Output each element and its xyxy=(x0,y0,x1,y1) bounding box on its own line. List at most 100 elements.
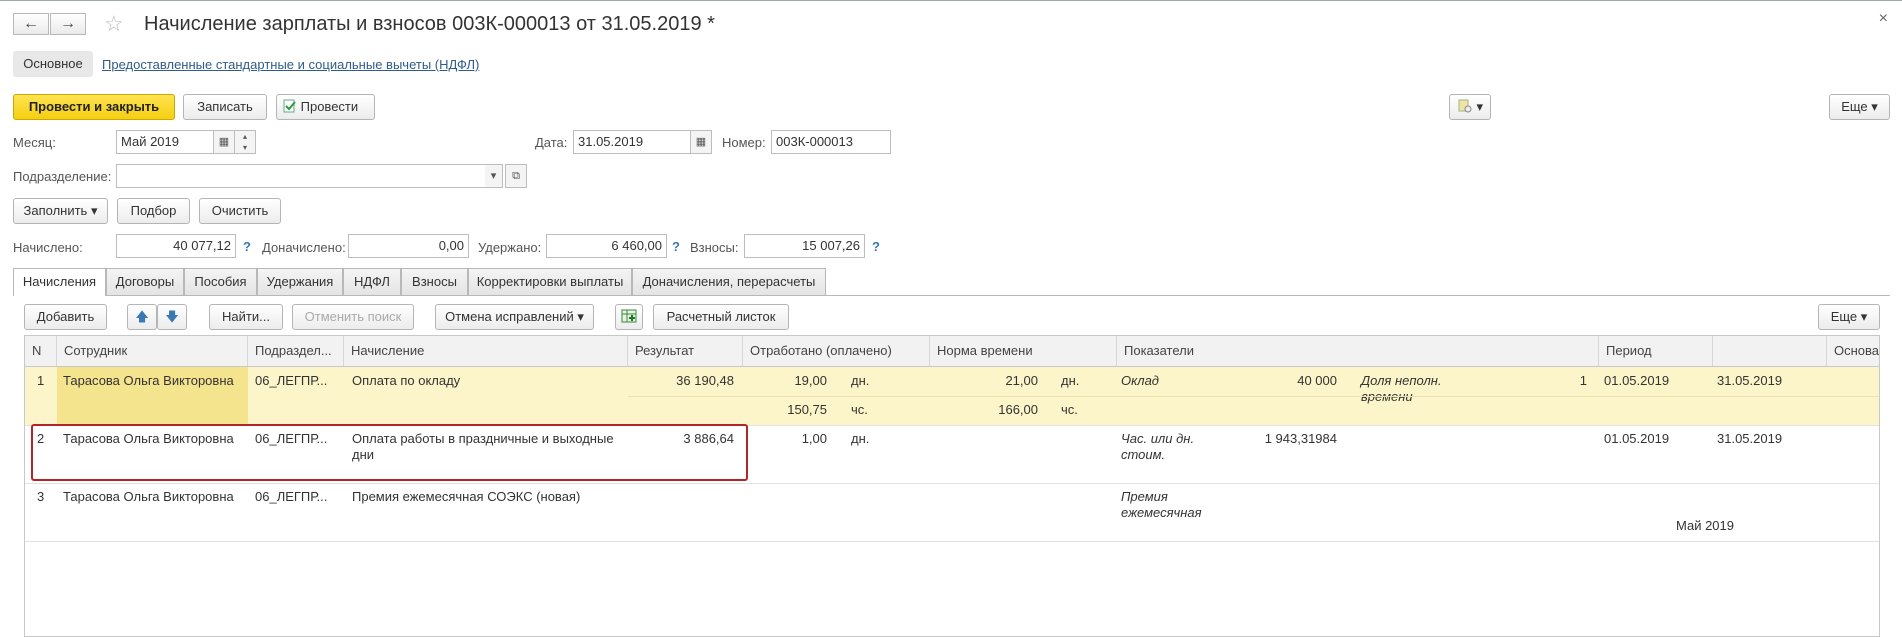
row3-period-month[interactable]: Май 2019 xyxy=(1676,518,1734,533)
col-header-department[interactable]: Подраздел... xyxy=(248,336,344,366)
move-up-button[interactable]: 🡅 xyxy=(127,304,157,330)
page-title: Начисление зарплаты и взносов 003К-00001… xyxy=(144,13,715,35)
contrib-label: Взносы: xyxy=(690,240,739,255)
row2-indicator1-name-line1: Час. или дн. xyxy=(1121,431,1195,446)
col-header-accrual[interactable]: Начисление xyxy=(344,336,628,366)
find-button[interactable]: Найти... xyxy=(209,304,283,330)
more-button[interactable]: Еще ▾ xyxy=(1829,94,1890,120)
row2-period-to[interactable]: 31.05.2019 xyxy=(1717,431,1782,446)
col-header-period[interactable]: Период xyxy=(1599,336,1713,366)
row3-employee[interactable]: Тарасова Ольга Викторовна xyxy=(63,489,234,504)
contrib-field: 15 007,26 xyxy=(744,234,865,258)
post-document-icon xyxy=(283,99,296,113)
date-field[interactable]: 31.05.2019 xyxy=(573,130,691,154)
row1-worked-hours[interactable]: 150,75 xyxy=(743,402,827,417)
forward-button[interactable]: → xyxy=(50,13,86,35)
col-header-norm[interactable]: Норма времени xyxy=(930,336,1117,366)
number-label: Номер: xyxy=(722,135,766,150)
row1-period-from[interactable]: 01.05.2019 xyxy=(1604,373,1669,388)
back-button[interactable]: ← xyxy=(13,13,49,35)
post-and-close-button[interactable]: Провести и закрыть xyxy=(13,94,175,120)
row1-indicator2-name-line1: Доля неполн. xyxy=(1361,373,1442,388)
row1-result[interactable]: 36 190,48 xyxy=(628,373,734,388)
col-header-period-to[interactable] xyxy=(1713,336,1827,366)
month-label: Месяц: xyxy=(13,135,56,150)
row3-accrual[interactable]: Премия ежемесячная СОЭКС (новая) xyxy=(352,489,580,504)
row1-norm-days[interactable]: 21,00 xyxy=(930,373,1038,388)
cancel-corrections-button[interactable]: Отмена исправлений ▾ xyxy=(435,304,594,330)
print-menu-button[interactable]: ▾ xyxy=(1449,94,1491,120)
close-icon[interactable]: × xyxy=(1879,10,1888,28)
accruals-table[interactable]: N Сотрудник Подраздел... Начисление Резу… xyxy=(24,335,1880,637)
row1-norm-hours-unit: чс. xyxy=(1061,402,1078,417)
withheld-label: Удержано: xyxy=(478,240,542,255)
row1-n: 1 xyxy=(37,373,45,388)
move-down-button[interactable]: 🡇 xyxy=(157,304,187,330)
accrued-help-icon[interactable]: ? xyxy=(243,239,251,254)
open-department-icon[interactable]: ⧉ xyxy=(505,164,527,188)
row1-indicator1-name: Оклад xyxy=(1121,373,1159,388)
table-more-button[interactable]: Еще ▾ xyxy=(1818,304,1880,330)
tab-accruals[interactable]: Начисления xyxy=(13,268,106,296)
col-header-employee[interactable]: Сотрудник xyxy=(57,336,248,366)
calendar-icon[interactable]: ▦ xyxy=(213,130,235,154)
row1-period-to[interactable]: 31.05.2019 xyxy=(1717,373,1782,388)
arrow-right-icon: → xyxy=(60,15,76,32)
tab-ndfl[interactable]: НДФЛ xyxy=(343,268,401,295)
row3-department[interactable]: 06_ЛЕГПР... xyxy=(255,489,327,504)
tabs-divider xyxy=(13,295,1890,296)
row2-worked-days[interactable]: 1,00 xyxy=(743,431,827,446)
extra-label: Доначислено: xyxy=(262,240,346,255)
accrued-label: Начислено: xyxy=(13,240,83,255)
payslip-button[interactable]: Расчетный листок xyxy=(653,304,789,330)
post-button[interactable]: Провести xyxy=(276,94,375,120)
row2-indicator1-name-line2: стоим. xyxy=(1121,447,1166,462)
tab-withholdings[interactable]: Удержания xyxy=(257,268,343,295)
add-button[interactable]: Добавить xyxy=(24,304,107,330)
row1-norm-hours[interactable]: 166,00 xyxy=(930,402,1038,417)
row3-n: 3 xyxy=(37,489,45,504)
highlight-frame xyxy=(31,424,748,481)
row1-worked-days[interactable]: 19,00 xyxy=(743,373,827,388)
date-label: Дата: xyxy=(535,135,568,150)
section-tab-main[interactable]: Основное xyxy=(13,51,93,77)
col-header-result[interactable]: Результат xyxy=(628,336,743,366)
date-calendar-icon[interactable]: ▦ xyxy=(690,130,712,154)
month-field[interactable]: Май 2019 xyxy=(116,130,214,154)
row2-period-from[interactable]: 01.05.2019 xyxy=(1604,431,1669,446)
tab-contributions[interactable]: Взносы xyxy=(401,268,468,295)
row1-indicator2-value[interactable]: 1 xyxy=(1475,373,1587,388)
col-header-basis[interactable]: Основа... xyxy=(1827,336,1879,366)
department-field[interactable] xyxy=(116,164,486,188)
favorite-star-icon[interactable]: ☆ xyxy=(104,11,124,37)
contrib-help-icon[interactable]: ? xyxy=(872,239,880,254)
tab-benefits[interactable]: Пособия xyxy=(184,268,257,295)
row1-accrual[interactable]: Оплата по окладу xyxy=(352,373,460,388)
withheld-help-icon[interactable]: ? xyxy=(672,239,680,254)
save-button[interactable]: Записать xyxy=(183,94,267,120)
window-top-border xyxy=(0,0,1902,1)
row1-worked-days-unit: дн. xyxy=(851,373,870,388)
row1-department[interactable]: 06_ЛЕГПР... xyxy=(255,373,327,388)
tab-contracts[interactable]: Договоры xyxy=(106,268,184,295)
row1-employee[interactable]: Тарасова Ольга Викторовна xyxy=(63,373,234,388)
row3-divider xyxy=(25,541,1879,542)
cancel-search-button[interactable]: Отменить поиск xyxy=(292,304,414,330)
col-header-n[interactable]: N xyxy=(25,336,57,366)
col-header-worked[interactable]: Отработано (оплачено) xyxy=(743,336,930,366)
department-dropdown-icon[interactable]: ▾ xyxy=(485,164,503,188)
row1-indicator1-value[interactable]: 40 000 xyxy=(1225,373,1337,388)
number-field[interactable]: 003К-000013 xyxy=(771,130,891,154)
fill-button[interactable]: Заполнить ▾ xyxy=(13,198,108,224)
clear-button[interactable]: Очистить xyxy=(199,198,281,224)
post-button-label: Провести xyxy=(300,99,359,114)
month-stepper[interactable]: ▴ ▾ xyxy=(234,130,256,154)
select-button[interactable]: Подбор xyxy=(117,198,190,224)
col-header-indicators[interactable]: Показатели xyxy=(1117,336,1599,366)
accrued-field: 40 077,12 xyxy=(116,234,236,258)
deductions-link[interactable]: Предоставленные стандартные и социальные… xyxy=(102,57,479,72)
row2-indicator1-value[interactable]: 1 943,31984 xyxy=(1225,431,1337,446)
tab-recalculations[interactable]: Доначисления, перерасчеты xyxy=(632,268,826,295)
add-indicator-button[interactable] xyxy=(615,304,643,330)
tab-payment-adjustments[interactable]: Корректировки выплаты xyxy=(468,268,632,295)
